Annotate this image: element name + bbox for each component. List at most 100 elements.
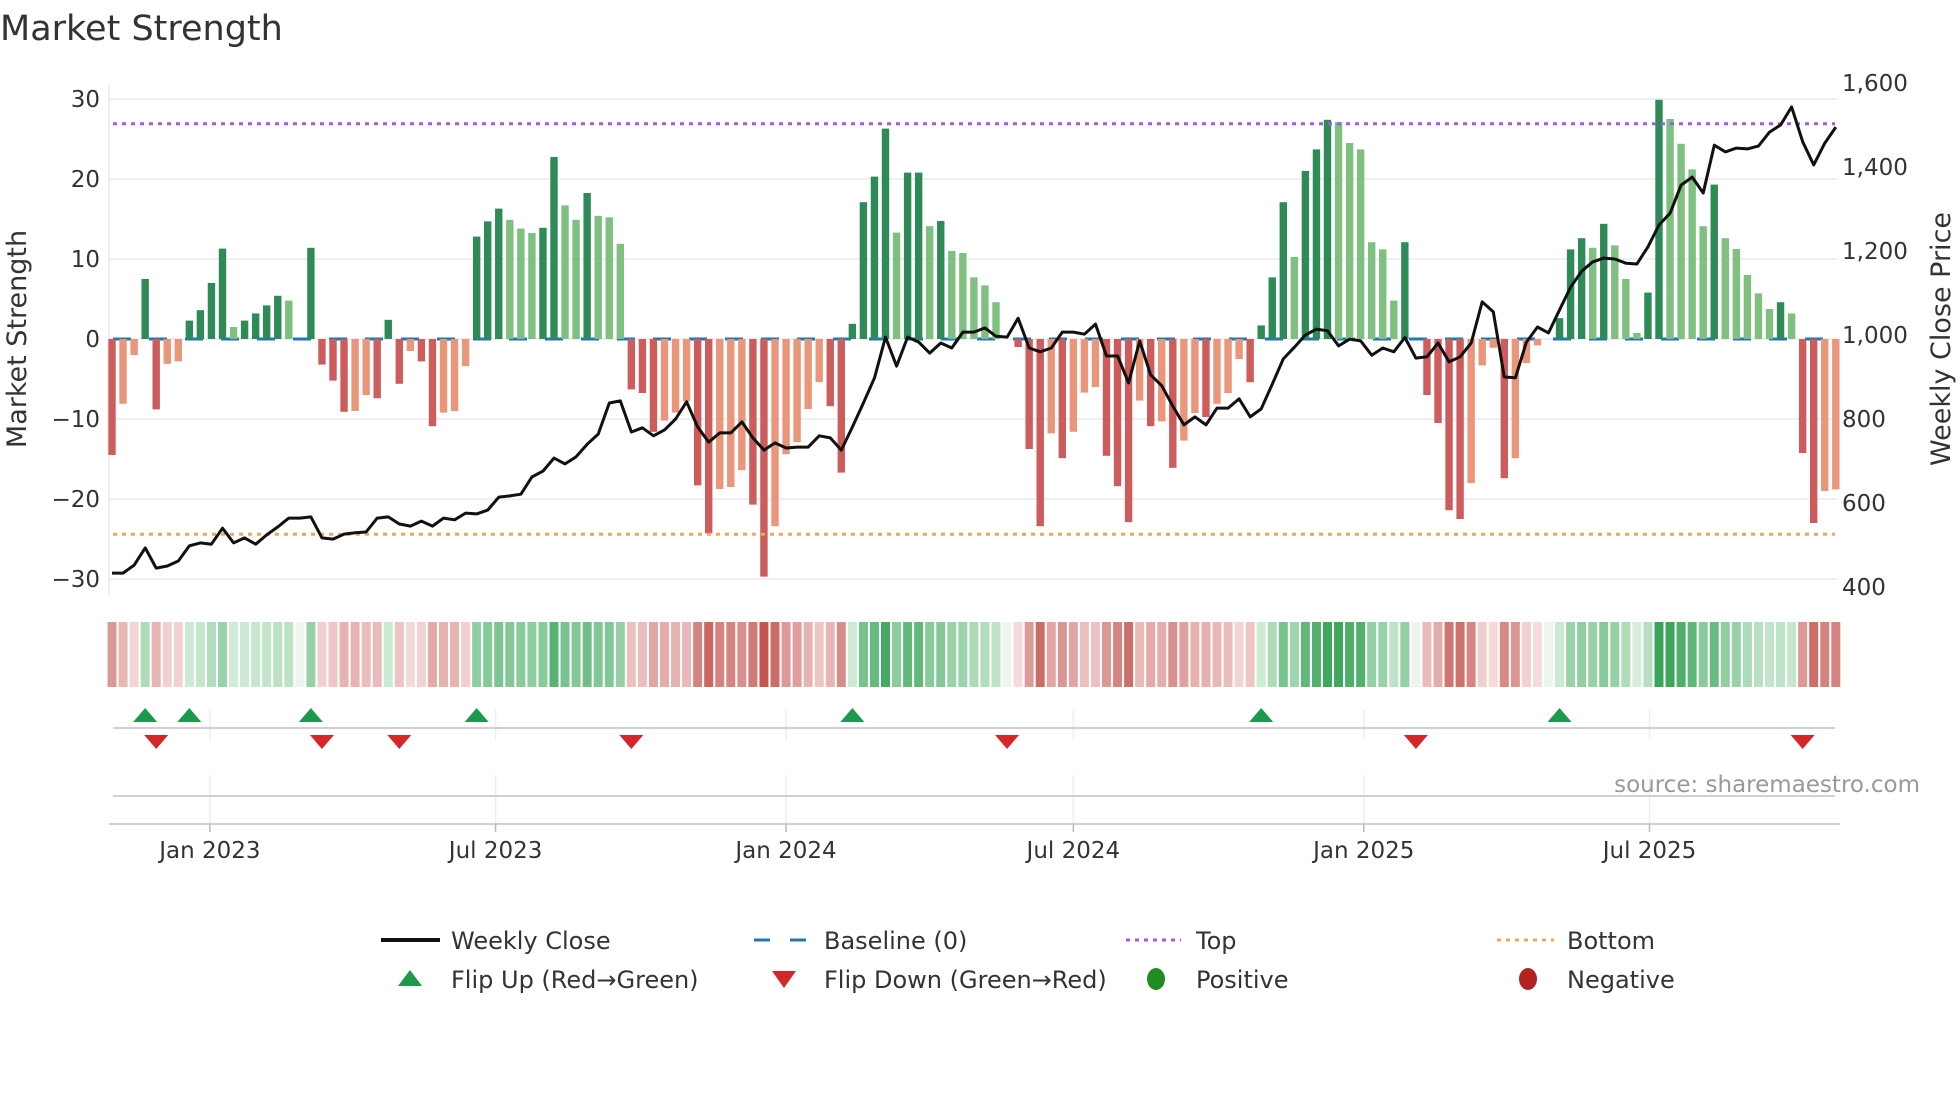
- heat-cell: [858, 622, 868, 687]
- heat-cell: [604, 622, 614, 687]
- strength-bar: [218, 248, 227, 339]
- strength-bar: [572, 219, 580, 339]
- heat-cell: [1687, 622, 1697, 687]
- strength-bar: [528, 233, 536, 339]
- chart-title: Market Strength: [0, 9, 283, 49]
- strength-bar: [583, 193, 591, 339]
- heat-cell: [107, 622, 117, 687]
- flip-up-marker: [840, 708, 865, 722]
- heat-cell: [571, 622, 581, 687]
- strength-bar: [495, 208, 503, 339]
- strength-bar: [207, 283, 216, 339]
- strength-bar: [1158, 339, 1166, 422]
- strength-bar: [1312, 149, 1321, 339]
- strength-bar: [959, 253, 967, 339]
- heat-cell: [958, 622, 968, 687]
- strength-bar: [130, 339, 138, 355]
- heat-cell: [427, 622, 437, 687]
- heat-cell: [1433, 622, 1443, 687]
- heat-cell: [516, 622, 526, 687]
- strength-bar: [671, 339, 680, 413]
- strength-bar: [340, 339, 348, 412]
- heat-cell: [461, 622, 471, 687]
- heat-cell: [626, 622, 636, 687]
- heat-cell: [1367, 622, 1377, 687]
- heat-cell: [925, 622, 935, 687]
- legend-item: Bottom: [1497, 927, 1655, 955]
- strength-bar: [1699, 226, 1707, 339]
- legend-item: Baseline (0): [754, 927, 967, 955]
- strength-bar: [1821, 339, 1829, 491]
- heat-cell: [350, 622, 360, 687]
- strength-bar: [1268, 277, 1276, 339]
- heat-cell: [1466, 622, 1476, 687]
- heat-cell: [792, 622, 802, 687]
- heat-cell: [549, 622, 559, 687]
- heat-cell: [162, 622, 172, 687]
- strength-bar: [793, 339, 801, 443]
- strength-bar: [1732, 249, 1741, 339]
- strength-bar: [1279, 202, 1287, 339]
- strength-bar: [1577, 238, 1586, 339]
- heat-cell: [637, 622, 647, 687]
- heat-cell: [1102, 622, 1111, 687]
- legend-label: Flip Down (Green→Red): [824, 966, 1107, 994]
- strength-bar: [1235, 339, 1243, 359]
- strength-bar: [517, 228, 525, 339]
- legend-label: Positive: [1196, 966, 1289, 994]
- legend-item: Flip Up (Red→Green): [398, 966, 699, 994]
- strength-bar: [1677, 143, 1685, 339]
- strength-bar: [738, 339, 746, 471]
- strength-bar: [1489, 339, 1497, 348]
- heat-cell: [129, 622, 139, 687]
- y-tick-label: 10: [71, 247, 100, 273]
- y-tick-label: −20: [51, 487, 100, 513]
- heat-cell: [869, 622, 879, 687]
- strength-bar: [185, 320, 194, 339]
- heat-cell: [648, 622, 658, 687]
- heat-cell: [1068, 622, 1078, 687]
- strength-bar: [329, 339, 337, 381]
- strength-bar: [174, 339, 182, 362]
- heat-cell: [1157, 622, 1167, 687]
- heat-cell: [1124, 622, 1134, 687]
- heat-strip: [107, 622, 1841, 687]
- strength-bar: [1423, 339, 1431, 395]
- heat-cell: [1455, 622, 1465, 687]
- heat-cell: [593, 622, 603, 687]
- y-tick-label: 0: [85, 327, 100, 353]
- strength-bar: [1810, 339, 1818, 523]
- legend-item: Top: [1126, 927, 1237, 955]
- legend-label: Flip Up (Red→Green): [451, 966, 699, 994]
- strength-bar: [881, 128, 890, 339]
- strength-bar: [1290, 257, 1299, 339]
- flip-down-marker: [309, 735, 334, 749]
- strength-bar: [539, 227, 547, 339]
- heat-cell: [726, 622, 736, 687]
- heat-cell: [1720, 622, 1730, 687]
- strength-bar: [263, 305, 271, 339]
- strength-bar: [384, 319, 392, 339]
- heat-cell: [1345, 622, 1355, 687]
- x-tick-label: Jan 2024: [733, 838, 836, 864]
- heat-cell: [560, 622, 570, 687]
- heat-cell: [1013, 622, 1023, 687]
- strength-bar: [870, 176, 879, 339]
- strength-bar: [1224, 339, 1232, 393]
- strength-bar: [1721, 238, 1729, 339]
- strength-bar: [1047, 339, 1055, 434]
- heat-cell: [1643, 622, 1653, 687]
- flip-up-icon: [398, 970, 422, 986]
- heat-cell: [538, 622, 548, 687]
- strength-bar: [395, 339, 403, 384]
- strength-bar: [1600, 223, 1608, 339]
- heat-cell: [1787, 622, 1797, 687]
- heat-cell: [969, 622, 979, 687]
- strength-bar: [1765, 309, 1774, 339]
- left-axis-title: Market Strength: [2, 230, 33, 448]
- strength-bar: [1710, 184, 1718, 339]
- heat-cell: [715, 622, 725, 687]
- source-label: source: sharemaestro.com: [1614, 772, 1920, 798]
- heat-cell: [1356, 622, 1366, 687]
- strength-bar: [196, 310, 205, 339]
